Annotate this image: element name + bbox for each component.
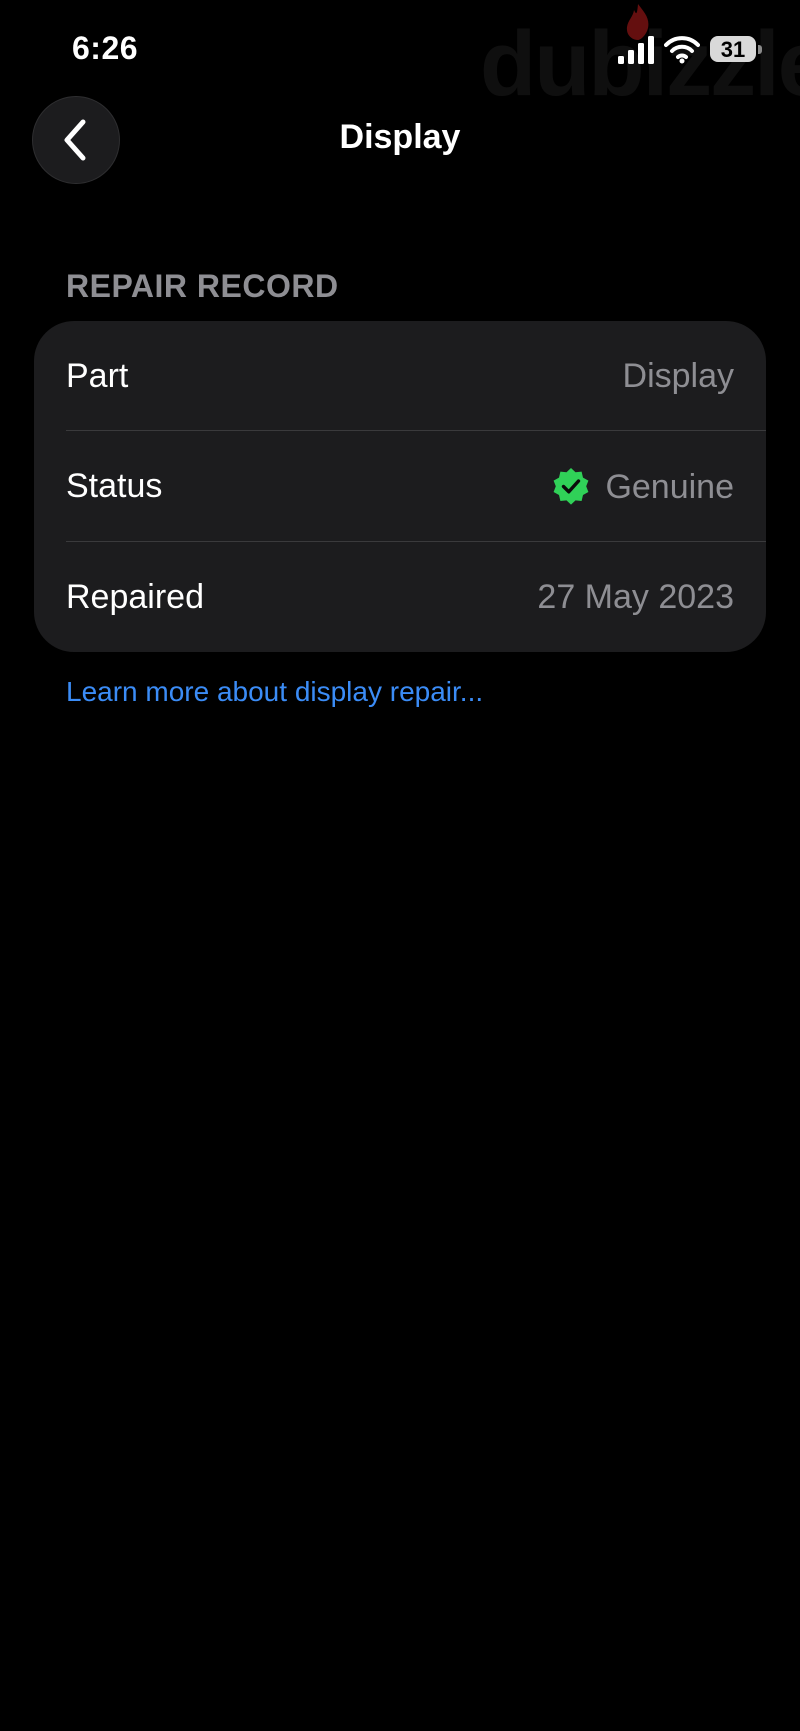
row-label: Repaired xyxy=(66,578,204,616)
row-repaired: Repaired 27 May 2023 xyxy=(34,542,766,652)
page-title: Display xyxy=(339,118,461,156)
signal-icon xyxy=(618,36,654,64)
repair-record-card: Part Display Status Genuine Repaired 27 … xyxy=(34,321,766,652)
status-value: Genuine xyxy=(605,467,734,506)
learn-more-link[interactable]: Learn more about display repair... xyxy=(66,676,483,708)
part-value: Display xyxy=(622,357,734,395)
row-status: Status Genuine xyxy=(34,431,766,541)
status-bar: 6:26 dubizzle 31 xyxy=(0,0,800,110)
repaired-date-value: 27 May 2023 xyxy=(537,578,734,616)
row-value: Genuine xyxy=(551,467,734,507)
section-header-repair-record: REPAIR RECORD xyxy=(66,268,339,304)
wifi-icon xyxy=(664,36,700,64)
row-part: Part Display xyxy=(34,321,766,431)
row-label: Status xyxy=(66,467,163,505)
row-label: Part xyxy=(66,357,129,395)
row-value: Display xyxy=(623,357,734,396)
row-value: 27 May 2023 xyxy=(537,578,734,617)
verified-check-icon xyxy=(554,468,589,505)
battery-icon: 31 xyxy=(710,36,762,64)
status-time: 6:26 xyxy=(72,30,139,66)
battery-level: 31 xyxy=(720,37,746,62)
